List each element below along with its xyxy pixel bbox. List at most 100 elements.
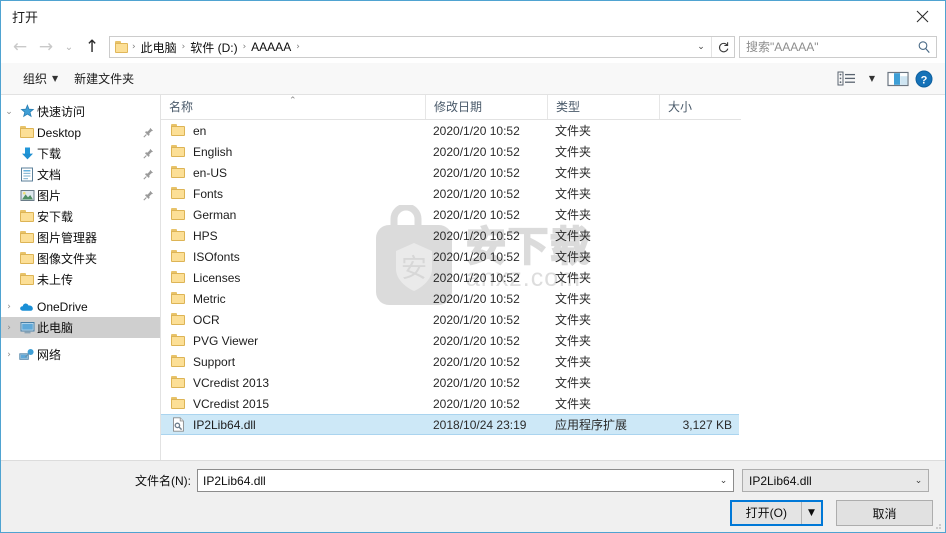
pin-icon[interactable] — [143, 190, 154, 201]
sidebar-item-network[interactable]: › 网络 — [1, 344, 160, 365]
organize-button[interactable]: 组织 ▼ — [15, 66, 66, 91]
close-icon[interactable] — [900, 1, 945, 31]
chevron-right-icon[interactable]: › — [1, 323, 17, 333]
table-row[interactable]: PVG Viewer 2020/1/20 10:52 文件夹 — [161, 330, 739, 351]
column-header-size-label: 大小 — [668, 100, 693, 114]
column-header-date-label: 修改日期 — [434, 100, 483, 114]
dialog-content: ⌄ 快速访问 Desktop 下载 文档 图片 安下载 图片管理器 图像文件夹 … — [1, 95, 945, 460]
file-name-label: HPS — [193, 228, 218, 243]
file-date-cell: 2020/1/20 10:52 — [433, 291, 520, 306]
resize-grip-icon[interactable] — [932, 520, 942, 530]
file-name-label: German — [193, 207, 237, 222]
new-folder-label: 新建文件夹 — [74, 72, 135, 86]
view-list-icon[interactable] — [833, 67, 859, 91]
table-row[interactable]: English 2020/1/20 10:52 文件夹 — [161, 141, 739, 162]
address-dropdown-icon[interactable]: ⌄ — [691, 37, 711, 57]
sidebar-item-downloads[interactable]: 下载 — [1, 143, 160, 164]
sidebar-item-desktop[interactable]: Desktop — [1, 122, 160, 143]
chevron-down-icon[interactable]: ⌄ — [1, 107, 17, 117]
table-row[interactable]: VCredist 2015 2020/1/20 10:52 文件夹 — [161, 393, 739, 414]
folder-icon — [171, 271, 186, 284]
column-header-type[interactable]: 类型 — [547, 95, 659, 119]
forward-arrow-icon: → — [38, 36, 54, 57]
file-name-cell: OCR — [161, 313, 425, 327]
title-bar: 打开 — [1, 1, 945, 31]
cancel-button-label: 取消 — [872, 506, 897, 521]
folder-icon — [17, 252, 37, 265]
column-header-size[interactable]: 大小 — [659, 95, 741, 119]
action-buttons: 打开(O) ▼ 取消 — [13, 500, 933, 526]
table-row[interactable]: en 2020/1/20 10:52 文件夹 — [161, 120, 739, 141]
breadcrumb-item-2[interactable]: AAAAA — [247, 40, 295, 54]
search-box[interactable] — [739, 36, 937, 58]
pin-icon[interactable] — [143, 127, 154, 138]
back-button[interactable]: ← — [7, 34, 33, 60]
breadcrumb-item-1[interactable]: 软件 (D:) — [186, 39, 241, 56]
table-row[interactable]: OCR 2020/1/20 10:52 文件夹 — [161, 309, 739, 330]
open-split-button[interactable]: 打开(O) ▼ — [729, 500, 823, 526]
file-type-cell: 文件夹 — [555, 292, 592, 306]
table-row[interactable]: Support 2020/1/20 10:52 文件夹 — [161, 351, 739, 372]
file-date-cell: 2020/1/20 10:52 — [433, 144, 520, 159]
folder-icon — [17, 231, 37, 244]
refresh-icon[interactable] — [711, 37, 734, 57]
address-bar[interactable]: › 此电脑 › 软件 (D:) › AAAAA › ⌄ — [109, 36, 735, 58]
view-dropdown-button[interactable]: ▼ — [859, 67, 885, 91]
sidebar-item-documents[interactable]: 文档 — [1, 164, 160, 185]
search-input[interactable] — [740, 39, 912, 55]
sidebar-item-onedrive[interactable]: › OneDrive — [1, 296, 160, 317]
search-icon[interactable] — [912, 40, 936, 54]
table-row-selected[interactable]: IP2Lib64.dll 2018/10/24 23:19 应用程序扩展 3,1… — [161, 414, 739, 435]
column-header-name[interactable]: 名称 ⌃ — [161, 95, 425, 119]
chevron-right-icon[interactable]: › — [1, 350, 17, 360]
help-icon[interactable]: ? — [911, 67, 937, 91]
sidebar-item-pictures[interactable]: 图片 — [1, 185, 160, 206]
table-row[interactable]: Metric 2020/1/20 10:52 文件夹 — [161, 288, 739, 309]
table-row[interactable]: German 2020/1/20 10:52 文件夹 — [161, 204, 739, 225]
file-name-cell: German — [161, 208, 425, 222]
file-type-cell: 文件夹 — [555, 250, 592, 264]
column-header-date[interactable]: 修改日期 — [425, 95, 547, 119]
open-button-label[interactable]: 打开(O) — [732, 502, 801, 524]
network-glyph — [19, 348, 34, 360]
table-row[interactable]: VCredist 2013 2020/1/20 10:52 文件夹 — [161, 372, 739, 393]
chevron-right-icon[interactable]: › — [1, 302, 17, 312]
onedrive-glyph — [20, 303, 33, 311]
forward-button[interactable]: → — [33, 34, 59, 60]
table-row[interactable]: Licenses 2020/1/20 10:52 文件夹 — [161, 267, 739, 288]
file-name-label: VCredist 2013 — [193, 375, 270, 390]
table-row[interactable]: en-US 2020/1/20 10:52 文件夹 — [161, 162, 739, 183]
sidebar-item-picture-manager[interactable]: 图片管理器 — [1, 227, 160, 248]
file-type-cell: 文件夹 — [555, 313, 592, 327]
table-row[interactable]: HPS 2020/1/20 10:52 文件夹 — [161, 225, 739, 246]
download-icon — [17, 146, 37, 161]
sidebar-item-not-uploaded[interactable]: 未上传 — [1, 269, 160, 290]
file-name-label: en — [193, 123, 207, 138]
breadcrumb-item-0[interactable]: 此电脑 — [137, 39, 181, 56]
file-date-cell: 2020/1/20 10:52 — [433, 186, 520, 201]
open-dropdown-icon[interactable]: ▼ — [801, 502, 821, 524]
chevron-down-icon[interactable]: ⌄ — [714, 476, 733, 486]
sidebar-item-this-pc[interactable]: › 此电脑 — [1, 317, 160, 338]
file-name-label: Metric — [193, 291, 226, 306]
up-button[interactable]: ↑ — [79, 34, 105, 60]
file-name-cell: Licenses — [161, 271, 425, 285]
table-row[interactable]: ISOfonts 2020/1/20 10:52 文件夹 — [161, 246, 739, 267]
recent-locations-button[interactable]: ⌄ — [59, 34, 79, 60]
chevron-down-icon[interactable]: ⌄ — [909, 476, 928, 486]
cancel-button[interactable]: 取消 — [836, 500, 933, 526]
sidebar-item-image-folder[interactable]: 图像文件夹 — [1, 248, 160, 269]
pin-icon[interactable] — [143, 169, 154, 180]
sidebar-item-anxiazai[interactable]: 安下载 — [1, 206, 160, 227]
filetype-filter-combobox[interactable]: IP2Lib64.dll ⌄ — [742, 469, 929, 492]
dialog-title: 打开 — [12, 9, 39, 25]
preview-pane-icon[interactable] — [885, 67, 911, 91]
file-name-label: Fonts — [193, 186, 224, 201]
file-name-cell: Fonts — [161, 187, 425, 201]
new-folder-button[interactable]: 新建文件夹 — [66, 66, 142, 91]
pin-icon[interactable] — [143, 148, 154, 159]
filename-combobox[interactable]: ⌄ — [197, 469, 734, 492]
filename-input[interactable] — [198, 472, 714, 489]
table-row[interactable]: Fonts 2020/1/20 10:52 文件夹 — [161, 183, 739, 204]
sidebar-item-quick-access[interactable]: ⌄ 快速访问 — [1, 101, 160, 122]
